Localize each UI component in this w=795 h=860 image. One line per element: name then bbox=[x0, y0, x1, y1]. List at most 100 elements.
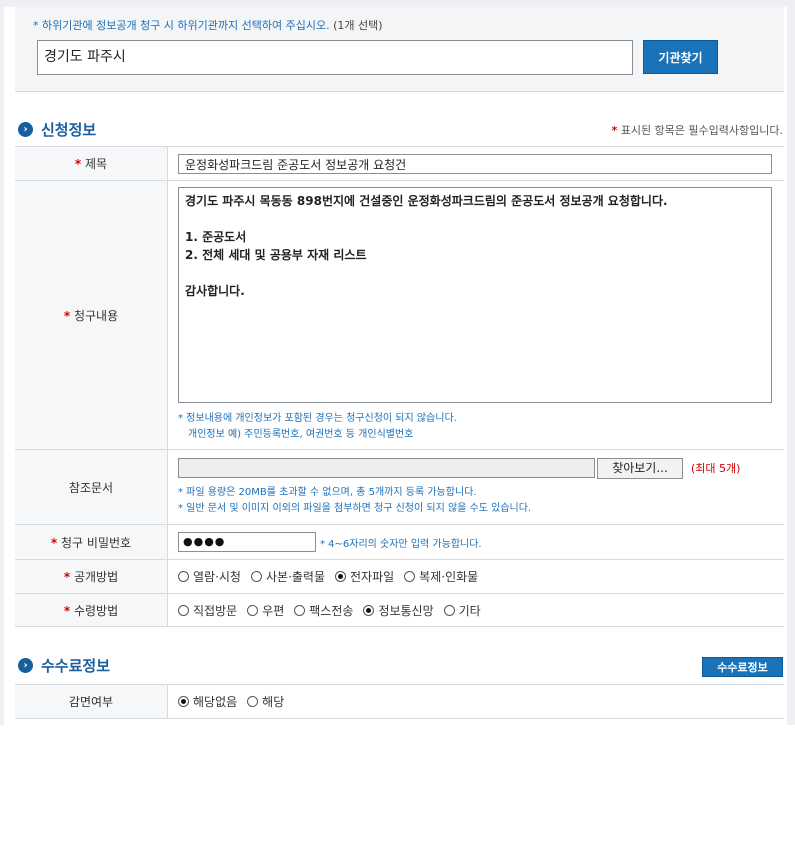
disclosure-option-label: 사본·출력물 bbox=[265, 570, 325, 584]
receive-options: 직접방문 우편 팩스전송 정보통신망 기타 bbox=[178, 602, 784, 619]
required-star-icon: * bbox=[63, 603, 71, 618]
content-label: * 청구내용 bbox=[15, 180, 168, 450]
agency-note-count: (1개 선택) bbox=[333, 19, 383, 32]
disclosure-row: * 공개방법 열람·시청 사본·출력물 전자파일 복제·인화물 bbox=[15, 559, 784, 594]
radio-button-selected[interactable] bbox=[335, 571, 346, 582]
required-star-icon: * bbox=[611, 124, 618, 137]
agency-note: * 하위기관에 정보공개 청구 시 하위기관까지 선택하여 주십시오. (1개 … bbox=[33, 17, 383, 33]
fee-section-title: 수수료정보 bbox=[41, 657, 111, 675]
disclosure-option-label: 전자파일 bbox=[350, 570, 395, 584]
password-label-text: 청구 비밀번호 bbox=[61, 535, 132, 550]
password-note: * 4~6자리의 숫자만 입력 가능합니다. bbox=[320, 538, 482, 550]
exempt-options: 해당없음 해당 bbox=[178, 693, 784, 710]
content-note-1: * 정보내용에 개인정보가 포함된 경우는 청구신청이 되지 않습니다. bbox=[178, 413, 457, 424]
disclosure-options: 열람·시청 사본·출력물 전자파일 복제·인화물 bbox=[178, 568, 784, 585]
required-star-icon: * bbox=[50, 535, 58, 550]
disclosure-cell: 열람·시청 사본·출력물 전자파일 복제·인화물 bbox=[167, 559, 784, 594]
fee-section-header: › 수수료정보 bbox=[18, 655, 110, 676]
exempt-option-label: 해당없음 bbox=[193, 695, 238, 709]
receive-option[interactable]: 팩스전송 bbox=[294, 602, 353, 619]
content-note-2: 개인정보 예) 주민등록번호, 여권번호 등 개인식별번호 bbox=[188, 429, 414, 440]
fee-form: 감면여부 해당없음 해당 bbox=[15, 684, 784, 719]
required-star-icon: * bbox=[74, 157, 82, 171]
file-path-field[interactable] bbox=[178, 458, 595, 478]
exempt-row: 감면여부 해당없음 해당 bbox=[15, 684, 784, 719]
content-cell: 경기도 파주시 목동동 898번지에 건설중인 운정화성파크드림의 준공도서 정… bbox=[167, 180, 784, 450]
application-section-header: › 신청정보 bbox=[18, 119, 96, 140]
disclosure-option[interactable]: 전자파일 bbox=[335, 568, 394, 585]
password-line: ●●●● * 4~6자리의 숫자만 입력 가능합니다. bbox=[178, 532, 784, 552]
exempt-option-label: 해당 bbox=[262, 695, 285, 709]
password-cell: ●●●● * 4~6자리의 숫자만 입력 가능합니다. bbox=[167, 524, 784, 560]
fee-info-button[interactable]: 수수료정보 bbox=[702, 657, 783, 677]
receive-option-label: 우편 bbox=[262, 603, 285, 618]
reference-cell: 찾아보기... (최대 5개) * 파일 용량은 20MB를 초과할 수 없으며… bbox=[167, 449, 784, 525]
agency-input[interactable]: 경기도 파주시 bbox=[37, 40, 633, 75]
reference-label: 참조문서 bbox=[15, 449, 168, 525]
required-legend-text: 표시된 항목은 필수입력사항입니다. bbox=[620, 124, 783, 137]
max-files-note: (최대 5개) bbox=[691, 462, 741, 475]
title-label-text: 제목 bbox=[85, 157, 108, 171]
agency-note-text: * 하위기관에 정보공개 청구 시 하위기관까지 선택하여 주십시오. bbox=[33, 19, 330, 32]
receive-cell: 직접방문 우편 팩스전송 정보통신망 기타 bbox=[167, 593, 784, 627]
content-row: * 청구내용 경기도 파주시 목동동 898번지에 건설중인 운정화성파크드림의… bbox=[15, 180, 784, 450]
receive-option[interactable]: 정보통신망 bbox=[363, 602, 434, 619]
receive-option[interactable]: 직접방문 bbox=[178, 602, 237, 619]
disclosure-label: * 공개방법 bbox=[15, 559, 168, 594]
radio-button[interactable] bbox=[247, 604, 259, 616]
reference-note-2: * 일반 문서 및 이미지 이외의 파일을 첨부하면 청구 신청이 되지 않을 … bbox=[178, 502, 532, 514]
receive-option-label: 정보통신망 bbox=[378, 603, 434, 618]
disclosure-option[interactable]: 열람·시청 bbox=[178, 568, 241, 585]
required-legend: * 표시된 항목은 필수입력사항입니다. bbox=[611, 122, 783, 138]
disclosure-option[interactable]: 복제·인화물 bbox=[404, 568, 478, 585]
radio-button[interactable] bbox=[294, 604, 306, 616]
find-agency-button[interactable]: 기관찾기 bbox=[643, 40, 718, 74]
content-textarea[interactable]: 경기도 파주시 목동동 898번지에 건설중인 운정화성파크드림의 준공도서 정… bbox=[178, 187, 772, 403]
left-border-strip bbox=[0, 0, 4, 725]
password-label: * 청구 비밀번호 bbox=[15, 524, 168, 560]
disclosure-option[interactable]: 사본·출력물 bbox=[250, 568, 325, 585]
title-label: * 제목 bbox=[15, 146, 168, 181]
receive-option[interactable]: 우편 bbox=[247, 602, 284, 619]
radio-button[interactable] bbox=[250, 571, 262, 582]
content-label-text: 청구내용 bbox=[73, 308, 119, 323]
title-cell: 운정화성파크드림 준공도서 정보공개 요청건 bbox=[167, 146, 784, 181]
exempt-option[interactable]: 해당 bbox=[247, 693, 284, 710]
agency-select-panel: * 하위기관에 정보공개 청구 시 하위기관까지 선택하여 주십시오. (1개 … bbox=[15, 7, 784, 92]
receive-option-label: 기타 bbox=[458, 603, 481, 618]
radio-button[interactable] bbox=[247, 696, 259, 707]
receive-option[interactable]: 기타 bbox=[443, 602, 481, 619]
disclosure-option-label: 열람·시청 bbox=[193, 570, 241, 584]
radio-button-selected[interactable] bbox=[363, 604, 375, 616]
radio-button[interactable] bbox=[443, 604, 455, 616]
exempt-label: 감면여부 bbox=[15, 684, 168, 719]
reference-row: 참조문서 찾아보기... (최대 5개) * 파일 용량은 20MB를 초과할 … bbox=[15, 449, 784, 525]
radio-button-selected[interactable] bbox=[178, 696, 189, 707]
required-star-icon: * bbox=[63, 308, 71, 323]
password-row: * 청구 비밀번호 ●●●● * 4~6자리의 숫자만 입력 가능합니다. bbox=[15, 524, 784, 560]
file-upload-row: 찾아보기... (최대 5개) bbox=[178, 457, 784, 479]
password-input[interactable]: ●●●● bbox=[178, 532, 316, 552]
title-row: * 제목 운정화성파크드림 준공도서 정보공개 요청건 bbox=[15, 146, 784, 181]
receive-option-label: 직접방문 bbox=[193, 603, 238, 618]
top-border-strip bbox=[0, 0, 795, 7]
receive-option-label: 팩스전송 bbox=[309, 603, 354, 618]
chevron-right-icon: › bbox=[18, 122, 33, 137]
right-border-strip bbox=[787, 0, 795, 725]
title-input[interactable]: 운정화성파크드림 준공도서 정보공개 요청건 bbox=[178, 153, 772, 174]
chevron-right-icon: › bbox=[18, 658, 33, 673]
application-form: * 제목 운정화성파크드림 준공도서 정보공개 요청건 * 청구내용 경기도 파… bbox=[15, 146, 784, 627]
browse-button[interactable]: 찾아보기... bbox=[597, 457, 683, 479]
application-section-title: 신청정보 bbox=[41, 121, 97, 139]
receive-row: * 수령방법 직접방문 우편 팩스전송 정보통신망 기타 bbox=[15, 593, 784, 627]
disclosure-option-label: 복제·인화물 bbox=[419, 570, 479, 584]
reference-note-1: * 파일 용량은 20MB를 초과할 수 없으며, 총 5개까지 등록 가능합니… bbox=[178, 486, 477, 498]
receive-label: * 수령방법 bbox=[15, 593, 168, 627]
radio-button[interactable] bbox=[178, 604, 189, 616]
radio-button[interactable] bbox=[178, 571, 189, 582]
exempt-cell: 해당없음 해당 bbox=[167, 684, 784, 719]
required-star-icon: * bbox=[63, 570, 71, 584]
radio-button[interactable] bbox=[404, 571, 416, 582]
exempt-option[interactable]: 해당없음 bbox=[178, 693, 237, 710]
receive-label-text: 수령방법 bbox=[73, 603, 119, 618]
